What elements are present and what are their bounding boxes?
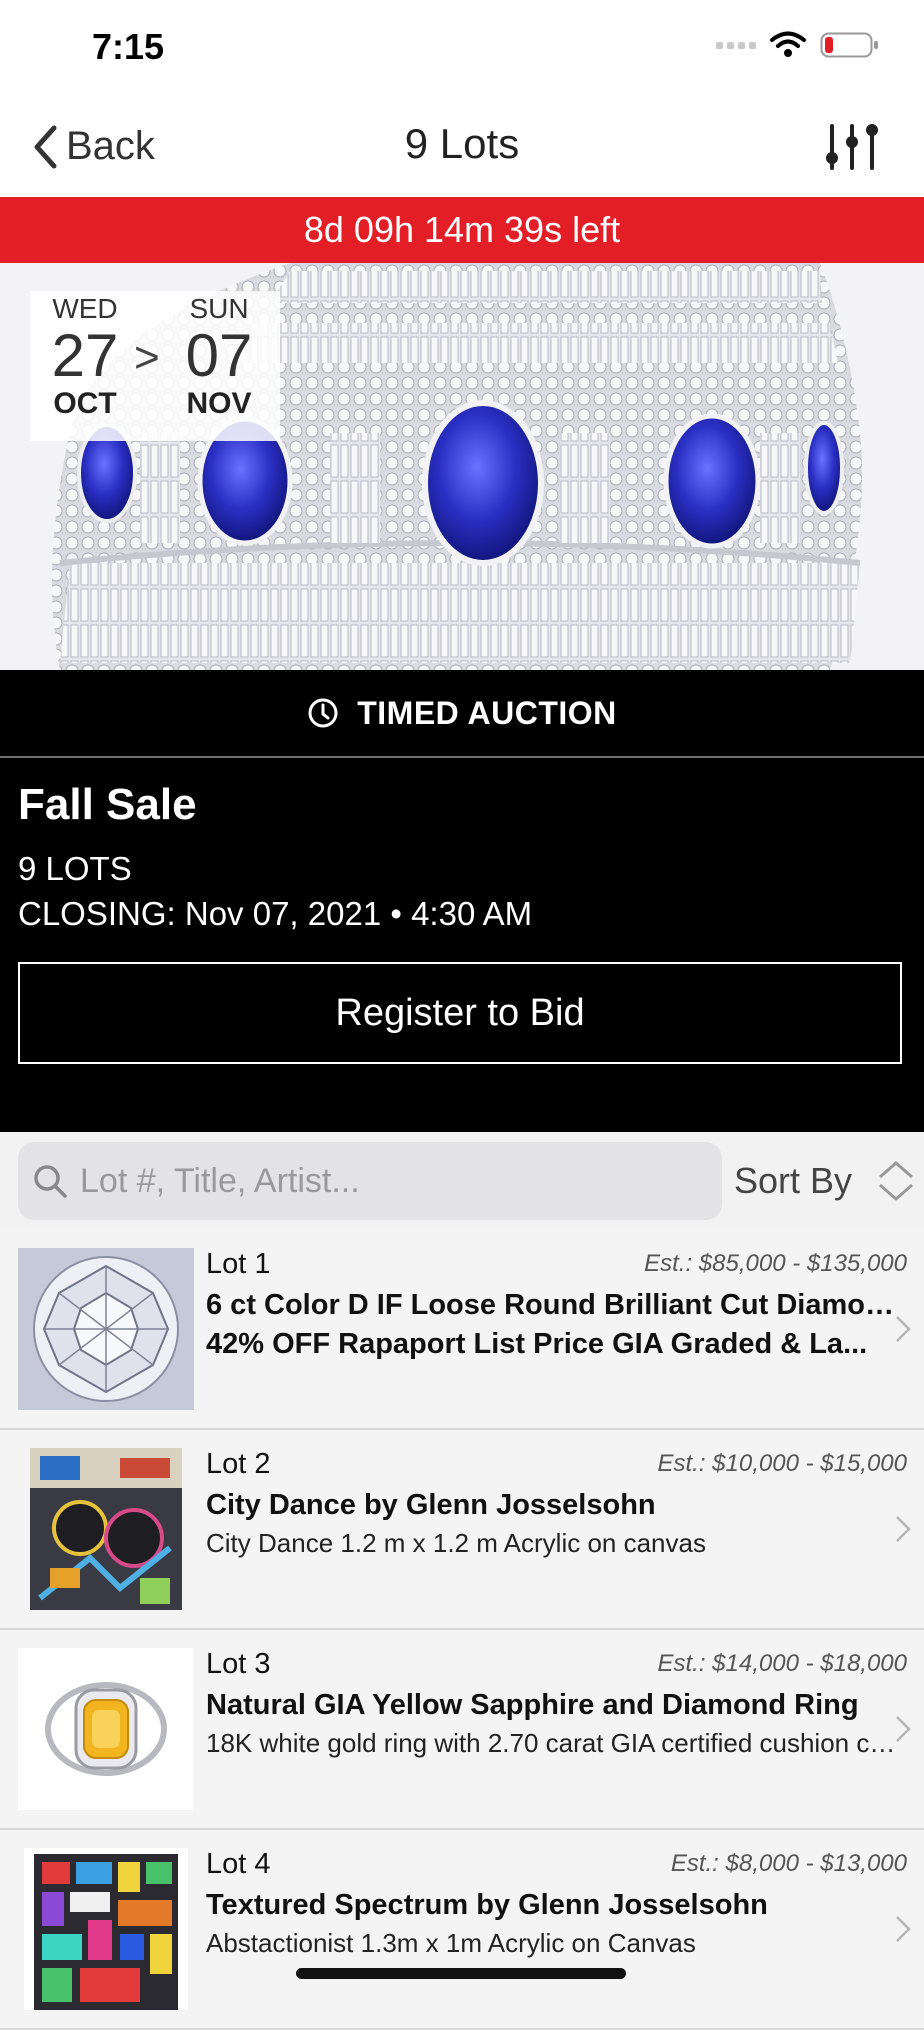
start-date: WED 27 OCT [30,291,140,421]
battery-icon [820,32,878,58]
search-sort-bar: Lot #, Title, Artist... Sort By [0,1132,924,1230]
status-bar: 7:15 [0,0,924,96]
chevron-right-icon [896,1716,911,1742]
sort-by-label: Sort By [734,1160,853,1201]
chevron-right-icon [896,1516,911,1542]
start-month: OCT [53,387,117,420]
lot-number: Lot 3 [206,1648,271,1680]
hero-image: WED 27 OCT > SUN 07 NOV [0,263,924,670]
sliders-icon [826,124,878,170]
diamond-image [18,1248,194,1410]
lot-number: Lot 1 [206,1248,271,1280]
lot-title: City Dance by Glenn Josselsohn [206,1486,896,1525]
auction-type-bar: TIMED AUCTION [0,670,924,758]
lot-description: 18K white gold ring with 2.70 carat GIA … [206,1728,896,1758]
clock-icon [308,698,338,728]
navigation-bar: Back 9 Lots [0,96,924,196]
sort-arrows-icon [879,1161,914,1201]
status-icons [716,30,880,60]
lot-title: 6 ct Color D IF Loose Round Brilliant Cu… [206,1286,896,1364]
search-icon [34,1165,67,1198]
abstract-painting-image [24,1848,188,2010]
home-indicator[interactable] [296,1968,626,1979]
lot-title-line-1: City Dance by Glenn Josselsohn [206,1489,656,1521]
register-to-bid-button[interactable]: Register to Bid [18,962,902,1064]
wifi-icon [770,31,806,57]
countdown-banner: 8d 09h 14m 39s left [0,197,924,263]
lot-2-thumbnail [30,1448,182,1610]
sale-closing-time: CLOSING: Nov 07, 2021 • 4:30 AM [18,895,533,932]
lot-row-4[interactable]: Lot 4 Est.: $8,000 - $13,000 Textured Sp… [0,1830,924,2030]
end-day-of-week: SUN [189,293,249,324]
date-range-badge: WED 27 OCT > SUN 07 NOV [30,291,280,441]
ring-image [18,1648,194,1810]
lot-title: Textured Spectrum by Glenn Josselsohn [206,1886,896,1925]
start-day-of-week: WED [52,293,118,324]
lot-row-1[interactable]: Lot 1 Est.: $85,000 - $135,000 6 ct Colo… [0,1230,924,1430]
lot-row-3[interactable]: Lot 3 Est.: $14,000 - $18,000 Natural GI… [0,1630,924,1830]
lot-row-2[interactable]: Lot 2 Est.: $10,000 - $15,000 City Dance… [0,1430,924,1630]
lot-list: Lot 1 Est.: $85,000 - $135,000 6 ct Colo… [0,1230,924,2030]
lot-estimate: Est.: $8,000 - $13,000 [670,1850,907,1877]
lot-title: Natural GIA Yellow Sapphire and Diamond … [206,1686,896,1725]
lot-3-thumbnail [18,1648,194,1810]
lot-number: Lot 4 [206,1848,271,1880]
end-day: 07 [185,322,253,389]
sale-title: Fall Sale [18,780,197,829]
auction-type-label: TIMED AUCTION [357,694,617,731]
chevron-right-icon [896,1916,911,1942]
sale-info-panel: Fall Sale 9 LOTS CLOSING: Nov 07, 2021 •… [0,758,924,1132]
lot-number: Lot 2 [206,1448,271,1480]
painting-image [30,1448,182,1610]
end-month: NOV [186,387,252,420]
lot-1-thumbnail [18,1248,194,1410]
sort-by-button[interactable]: Sort By [734,1142,916,1220]
end-date: SUN 07 NOV [164,291,274,421]
date-separator: > [134,333,160,382]
search-placeholder: Lot #, Title, Artist... [80,1161,360,1200]
lot-4-thumbnail [24,1848,188,2010]
lot-description: Abstactionist 1.3m x 1m Acrylic on Canva… [206,1928,696,1958]
lot-estimate: Est.: $14,000 - $18,000 [657,1650,907,1677]
lot-title-line-1: Natural GIA Yellow Sapphire and Diamond … [206,1689,859,1721]
search-input[interactable]: Lot #, Title, Artist... [18,1142,722,1220]
chevron-right-icon [896,1316,911,1342]
lot-title-line-2: 42% OFF Rapaport List Price GIA Graded &… [206,1328,868,1360]
lot-title-line-1: 6 ct Color D IF Loose Round Brilliant Cu… [206,1289,896,1321]
lot-title-line-1: Textured Spectrum by Glenn Josselsohn [206,1889,768,1921]
lot-estimate: Est.: $85,000 - $135,000 [644,1250,907,1277]
sale-lot-count: 9 LOTS [18,850,132,887]
start-day: 27 [51,322,119,389]
lot-estimate: Est.: $10,000 - $15,000 [657,1450,907,1477]
cellular-signal-icon [716,41,756,49]
status-time: 7:15 [92,26,165,67]
page-title: 9 Lots [404,120,520,167]
filter-button[interactable] [824,118,880,179]
lot-description: City Dance 1.2 m x 1.2 m Acrylic on canv… [206,1528,706,1558]
